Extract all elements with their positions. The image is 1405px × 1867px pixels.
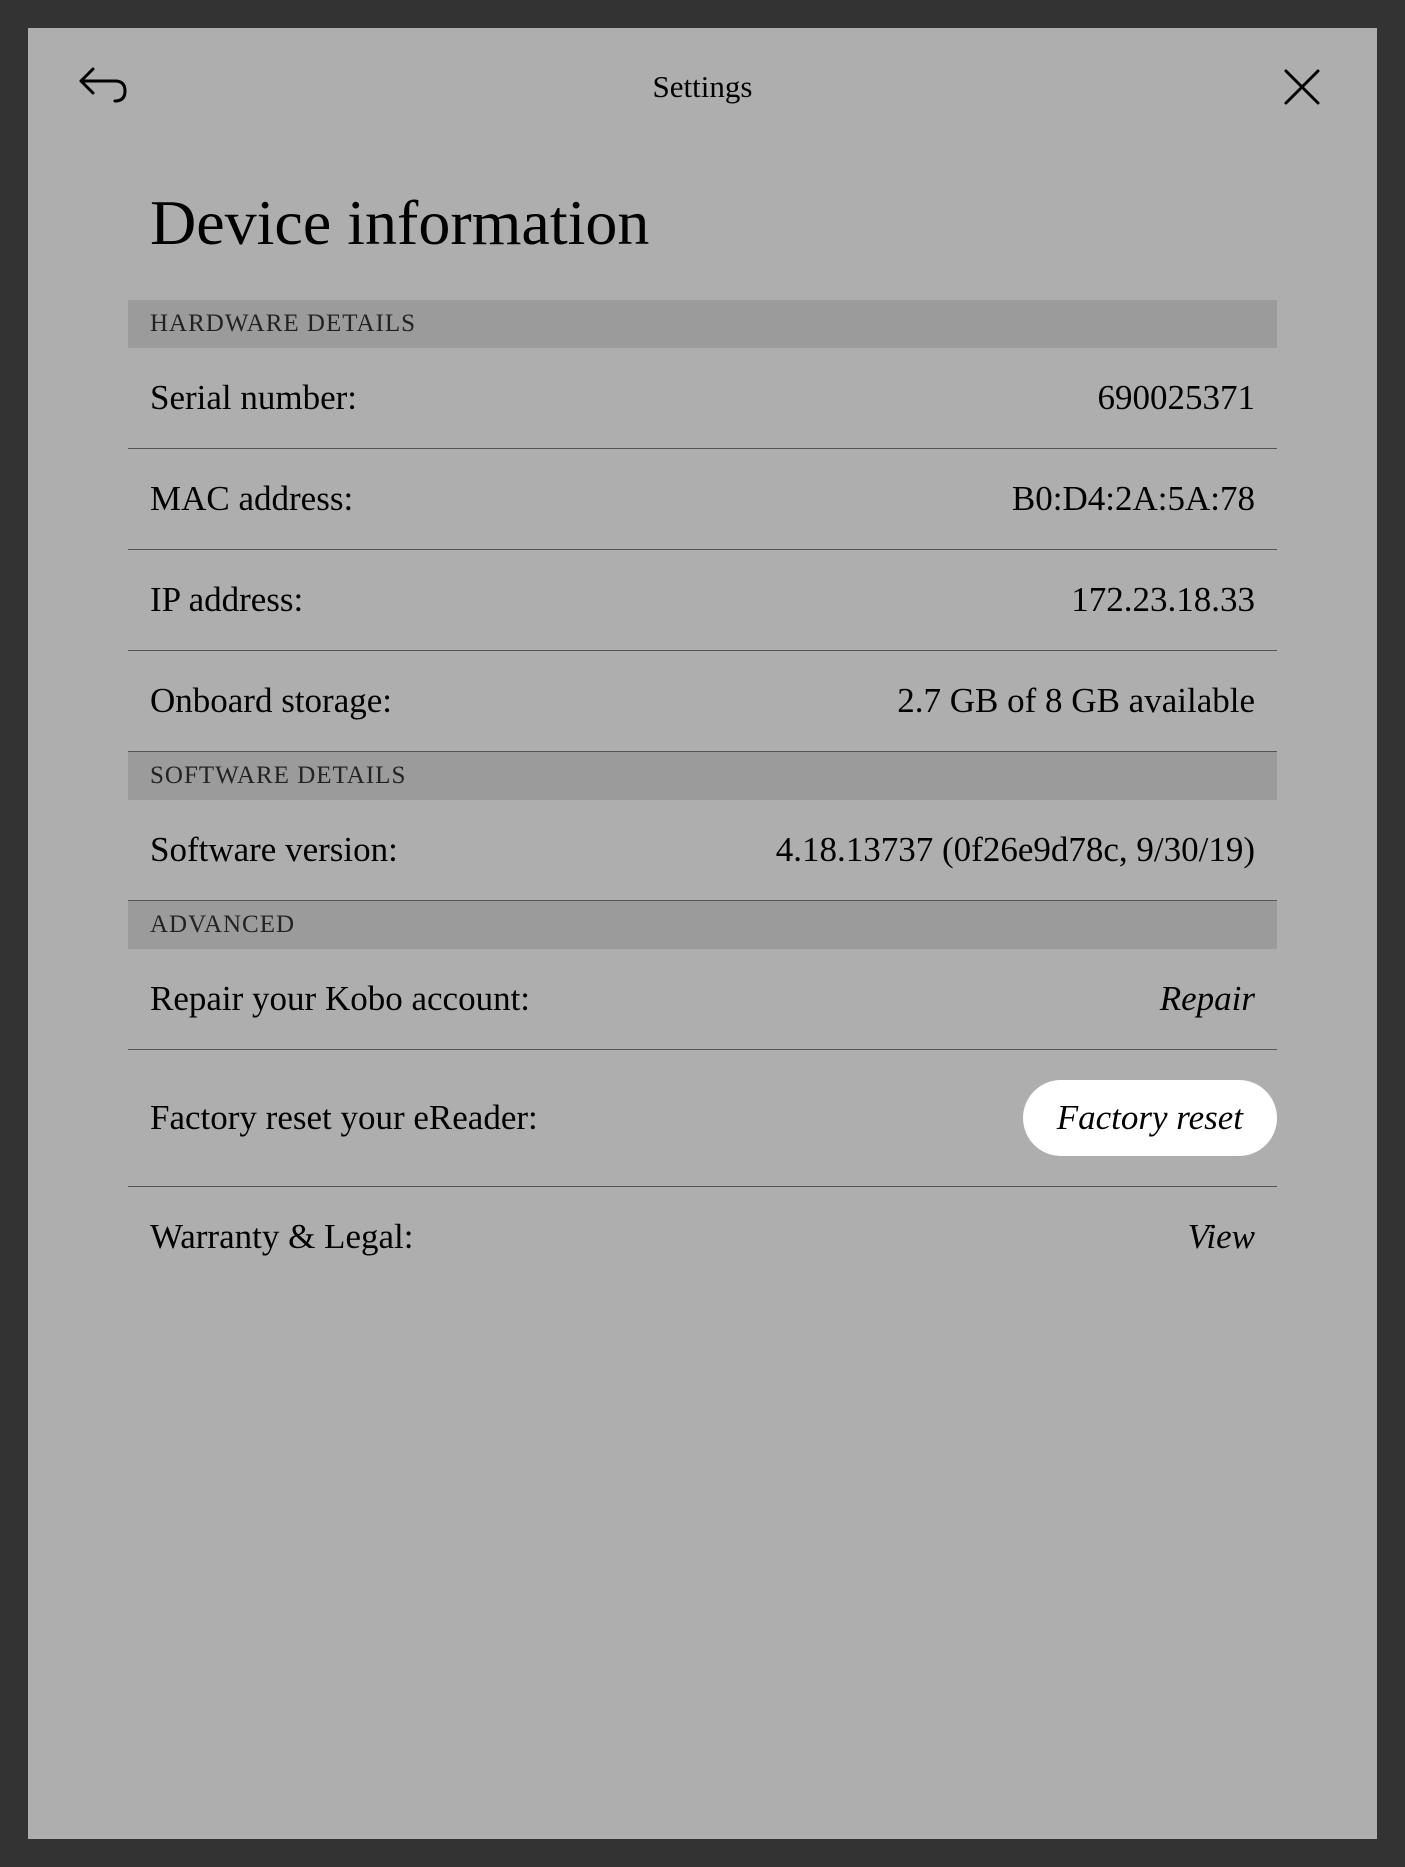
storage-value: 2.7 GB of 8 GB available [897,681,1255,721]
serial-row: Serial number: 690025371 [128,348,1277,449]
version-value: 4.18.13737 (0f26e9d78c, 9/30/19) [776,830,1255,870]
software-section-header: SOFTWARE DETAILS [128,752,1277,800]
repair-button[interactable]: Repair [1160,979,1255,1019]
storage-label: Onboard storage: [150,681,392,721]
ip-label: IP address: [150,580,303,620]
page-title: Device information [128,186,1277,260]
back-button[interactable] [78,62,128,112]
mac-label: MAC address: [150,479,353,519]
close-icon [1282,67,1322,107]
advanced-section-header: ADVANCED [128,901,1277,949]
close-button[interactable] [1277,62,1327,112]
reset-label: Factory reset your eReader: [150,1098,538,1138]
settings-screen: Settings Device information HARDWARE DET… [28,28,1377,1839]
factory-reset-button[interactable]: Factory reset [1023,1080,1277,1156]
mac-value: B0:D4:2A:5A:78 [1012,479,1255,519]
serial-label: Serial number: [150,378,357,418]
back-arrow-icon [79,67,127,107]
repair-label: Repair your Kobo account: [150,979,530,1019]
storage-row: Onboard storage: 2.7 GB of 8 GB availabl… [128,651,1277,752]
repair-row: Repair your Kobo account: Repair [128,949,1277,1050]
view-warranty-button[interactable]: View [1188,1217,1255,1257]
mac-row: MAC address: B0:D4:2A:5A:78 [128,449,1277,550]
version-label: Software version: [150,830,398,870]
hardware-section-header: HARDWARE DETAILS [128,300,1277,348]
header-title: Settings [653,69,753,105]
version-row: Software version: 4.18.13737 (0f26e9d78c… [128,800,1277,901]
content-area: Device information HARDWARE DETAILS Seri… [28,146,1377,1839]
ip-row: IP address: 172.23.18.33 [128,550,1277,651]
ip-value: 172.23.18.33 [1071,580,1255,620]
warranty-label: Warranty & Legal: [150,1217,413,1257]
serial-value: 690025371 [1098,378,1256,418]
warranty-row: Warranty & Legal: View [128,1187,1277,1287]
reset-row: Factory reset your eReader: Factory rese… [128,1050,1277,1187]
header-bar: Settings [28,28,1377,146]
